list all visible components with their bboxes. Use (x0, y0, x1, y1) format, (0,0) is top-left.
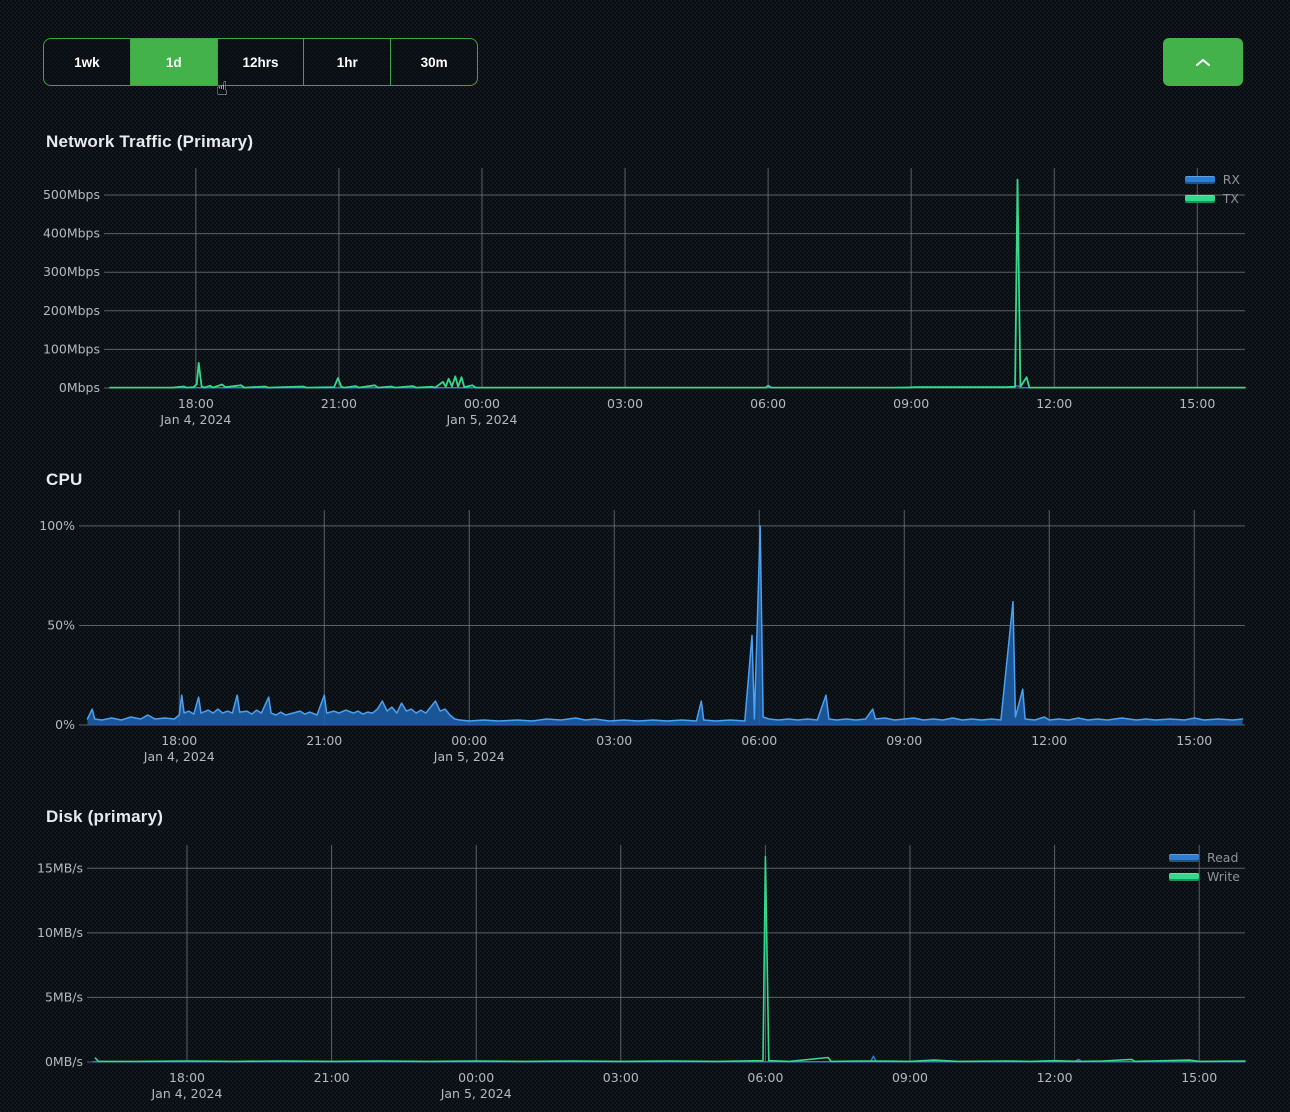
time-range-button-group: 1wk 1d 12hrs 1hr 30m (43, 38, 478, 86)
svg-text:00:00: 00:00 (458, 1070, 494, 1085)
svg-text:12:00: 12:00 (1036, 396, 1072, 411)
chevron-up-icon (1195, 58, 1211, 67)
svg-text:5MB/s: 5MB/s (45, 989, 83, 1004)
svg-text:Jan 5, 2024: Jan 5, 2024 (445, 412, 517, 427)
svg-text:03:00: 03:00 (596, 733, 632, 748)
svg-text:18:00: 18:00 (178, 396, 214, 411)
legend-item-tx[interactable]: TX (1185, 193, 1240, 206)
svg-text:10MB/s: 10MB/s (37, 925, 83, 940)
legend-swatch-icon (1169, 854, 1199, 862)
svg-text:09:00: 09:00 (893, 396, 929, 411)
disk-chart: 18:00Jan 4, 2024 21:00 00:00Jan 5, 2024 03:… (0, 797, 1290, 1112)
network-traffic-section: Network Traffic (Primary) 18:00Jan 4, 20… (0, 122, 1290, 442)
time-range-30m-button[interactable]: 30m (391, 39, 477, 85)
svg-text:06:00: 06:00 (741, 733, 777, 748)
svg-text:06:00: 06:00 (747, 1070, 783, 1085)
legend-item-read[interactable]: Read (1169, 852, 1240, 865)
time-range-12hrs-button[interactable]: 12hrs (218, 39, 305, 85)
svg-text:100%: 100% (39, 518, 75, 533)
disk-legend: Read Write (1169, 852, 1240, 883)
legend-swatch-icon (1185, 176, 1215, 184)
svg-text:0Mbps: 0Mbps (59, 380, 100, 395)
svg-text:0MB/s: 0MB/s (45, 1054, 83, 1069)
svg-text:21:00: 21:00 (306, 733, 342, 748)
svg-text:300Mbps: 300Mbps (43, 264, 100, 279)
svg-text:100Mbps: 100Mbps (43, 341, 100, 356)
svg-text:09:00: 09:00 (892, 1070, 928, 1085)
legend-swatch-icon (1185, 195, 1215, 203)
time-range-1wk-button[interactable]: 1wk (44, 39, 131, 85)
svg-text:50%: 50% (47, 617, 75, 632)
legend-swatch-icon (1169, 873, 1199, 881)
svg-text:15:00: 15:00 (1181, 1070, 1217, 1085)
legend-label: Read (1207, 852, 1238, 865)
svg-text:12:00: 12:00 (1031, 733, 1067, 748)
disk-section: Disk (primary) 18:00Jan 4, 202421:0000:0… (0, 797, 1290, 1112)
svg-text:09:00: 09:00 (886, 733, 922, 748)
svg-text:00:00: 00:00 (464, 396, 500, 411)
svg-text:Jan 4, 2024: Jan 4, 2024 (151, 1086, 223, 1101)
svg-text:03:00: 03:00 (603, 1070, 639, 1085)
svg-text:0%: 0% (55, 717, 75, 732)
svg-text:00:00: 00:00 (451, 733, 487, 748)
svg-text:15:00: 15:00 (1179, 396, 1215, 411)
svg-text:12:00: 12:00 (1037, 1070, 1073, 1085)
svg-text:06:00: 06:00 (750, 396, 786, 411)
svg-text:15:00: 15:00 (1176, 733, 1212, 748)
network-traffic-chart: 18:00Jan 4, 2024 21:00 00:00Jan 5, 2024 03:… (0, 122, 1290, 442)
legend-label: TX (1223, 193, 1239, 206)
time-range-1hr-button[interactable]: 1hr (304, 39, 391, 85)
svg-text:200Mbps: 200Mbps (43, 303, 100, 318)
legend-label: RX (1223, 174, 1240, 187)
svg-text:18:00: 18:00 (169, 1070, 205, 1085)
monitoring-dashboard: { "toolbar": { "time_ranges": [ {"label"… (0, 0, 1290, 1112)
svg-text:Jan 4, 2024: Jan 4, 2024 (143, 749, 215, 764)
svg-text:18:00: 18:00 (161, 733, 197, 748)
svg-text:21:00: 21:00 (314, 1070, 350, 1085)
svg-text:Jan 4, 2024: Jan 4, 2024 (159, 412, 231, 427)
svg-text:15MB/s: 15MB/s (37, 860, 83, 875)
svg-text:Jan 5, 2024: Jan 5, 2024 (433, 749, 505, 764)
svg-text:Jan 5, 2024: Jan 5, 2024 (440, 1086, 512, 1101)
legend-item-rx[interactable]: RX (1185, 174, 1240, 187)
cpu-section: CPU 18:00Jan 4, 202421:0000:00Jan 5, 202… (0, 460, 1290, 770)
legend-item-write[interactable]: Write (1169, 871, 1240, 884)
legend-label: Write (1207, 871, 1240, 884)
svg-text:03:00: 03:00 (607, 396, 643, 411)
time-range-1d-button[interactable]: 1d (131, 39, 218, 85)
cpu-chart: 18:00Jan 4, 2024 21:00 00:00Jan 5, 2024 03:… (0, 460, 1290, 770)
svg-text:500Mbps: 500Mbps (43, 187, 100, 202)
svg-text:400Mbps: 400Mbps (43, 226, 100, 241)
network-traffic-legend: RX TX (1185, 174, 1240, 205)
collapse-panel-button[interactable] (1163, 38, 1243, 86)
svg-text:21:00: 21:00 (321, 396, 357, 411)
